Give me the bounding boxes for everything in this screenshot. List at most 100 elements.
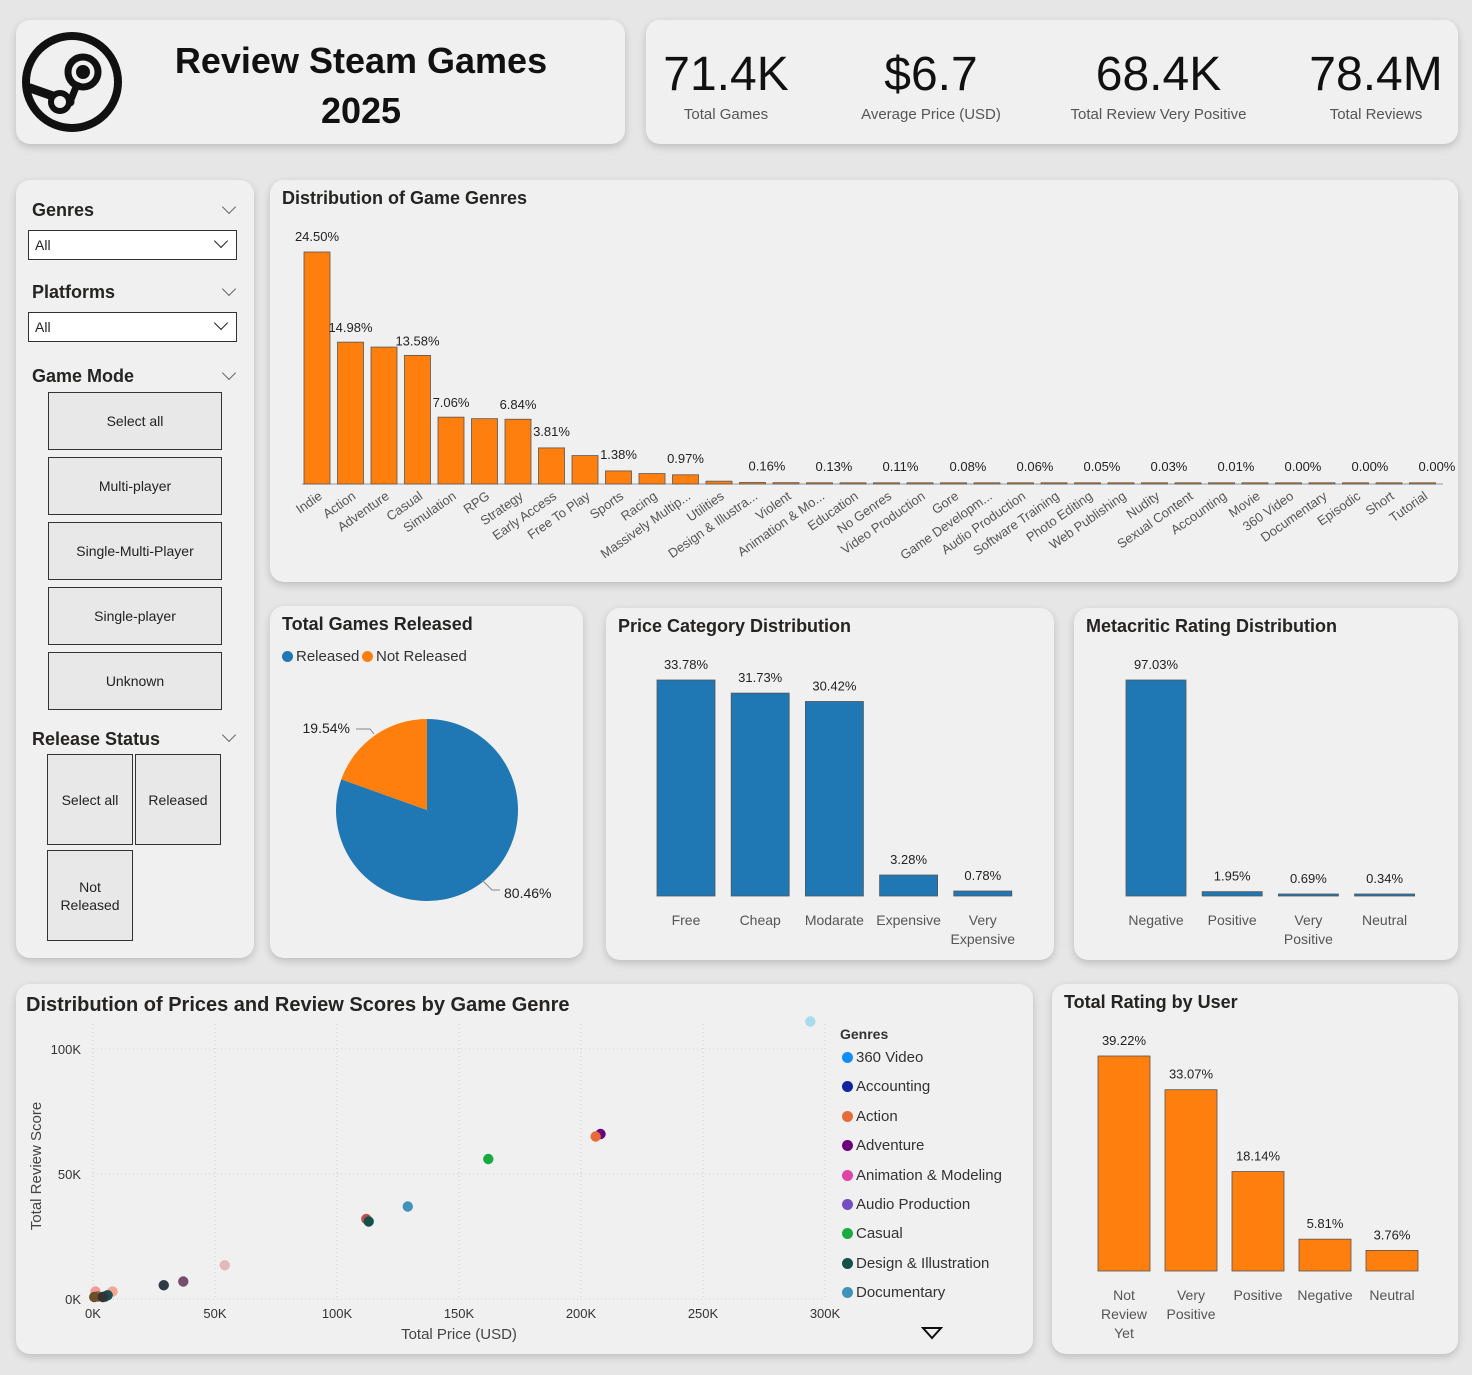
x-tick-label: 150K <box>444 1306 475 1321</box>
kpi-value: 71.4K <box>663 48 789 101</box>
legend-dot <box>842 1257 853 1269</box>
bar-utilities <box>705 480 733 485</box>
bar-cheap <box>730 692 790 897</box>
scatter-point <box>178 1276 189 1287</box>
x-axis-title: Total Price (USD) <box>401 1326 517 1343</box>
y-axis-title: Total Review Score <box>28 1102 45 1230</box>
tick-label: Neutral <box>1362 912 1407 928</box>
data-label: 0.97% <box>667 451 704 466</box>
release-status-option-released[interactable]: Released <box>135 754 221 845</box>
data-label: 13.58% <box>395 333 440 348</box>
legend-dot <box>842 1169 853 1181</box>
chevron-down-icon[interactable] <box>221 727 237 743</box>
legend-item-accounting[interactable]: Accounting <box>842 1078 930 1095</box>
release-status-option-not-released[interactable]: Not Released <box>47 850 133 941</box>
data-label: 6.84% <box>500 397 537 412</box>
scatter-point <box>158 1280 169 1291</box>
bar-indie <box>303 251 331 485</box>
legend-item-audio-production[interactable]: Audio Production <box>842 1196 970 1213</box>
legend-label: Documentary <box>856 1284 946 1302</box>
platforms-dropdown[interactable]: All <box>28 312 237 342</box>
kpi-label: Total Reviews <box>1329 106 1423 123</box>
bar-free <box>656 679 716 897</box>
kpi-label: Total Games <box>683 106 769 123</box>
bar-casual <box>404 355 431 485</box>
data-label: 5.81% <box>1307 1216 1344 1231</box>
tick-label: Indie <box>293 488 325 516</box>
tick-label: Modarate <box>805 912 864 928</box>
genres-dropdown[interactable]: All <box>28 230 237 260</box>
legend-dot <box>842 1199 853 1210</box>
scatter-point <box>97 1291 108 1303</box>
bar-negative <box>1125 679 1187 897</box>
kpi-label: Total Review Very Positive <box>1070 106 1247 123</box>
legend-dot <box>842 1081 853 1093</box>
bar-tutorial <box>1409 482 1436 485</box>
game-mode-option-single-player[interactable]: Single-player <box>48 587 222 645</box>
bar-short <box>1375 482 1403 485</box>
bar-photo-editing <box>1074 482 1101 485</box>
user-rating-chart-card: Total Rating by User 39.22% Not Review Yet 3… <box>1052 984 1458 1354</box>
chevron-down-icon <box>213 233 229 249</box>
legend-item-360-video[interactable]: 360 Video <box>842 1049 923 1066</box>
tick-label: Review <box>1101 1306 1148 1322</box>
legend-item-documentary[interactable]: Documentary <box>842 1284 945 1301</box>
bar-video-production <box>906 482 934 485</box>
title-line-2: 2025 <box>320 90 402 131</box>
data-label: 97.03% <box>1134 657 1179 672</box>
chevron-down-icon[interactable] <box>221 281 237 297</box>
game-mode-option-select-all[interactable]: Select all <box>48 392 222 450</box>
tick-label: Very <box>1177 1287 1205 1303</box>
release-status-option-select-all[interactable]: Select all <box>47 754 133 845</box>
data-label: 0.00% <box>1419 459 1456 474</box>
page-title: Review Steam Games 2025 <box>136 36 586 136</box>
chevron-down-icon[interactable] <box>221 365 237 381</box>
bar-design-illustra- <box>739 482 766 485</box>
data-label: 33.07% <box>1169 1067 1214 1082</box>
game-mode-option-single-multi-player[interactable]: Single-Multi-Player <box>48 522 222 580</box>
data-label: 0.34% <box>1366 871 1403 886</box>
data-label: 80.46% <box>504 885 551 901</box>
data-label: 0.11% <box>883 459 919 474</box>
bar-web-publishing <box>1107 482 1135 485</box>
data-label: 0.16% <box>749 458 786 473</box>
data-label: 0.08% <box>950 459 987 474</box>
tick-label: Positive <box>1284 931 1333 947</box>
chevron-down-icon[interactable] <box>221 199 237 215</box>
legend-item-casual[interactable]: Casual <box>842 1225 903 1242</box>
bar-sexual-content <box>1174 482 1202 485</box>
legend-label: Accounting <box>856 1078 931 1096</box>
bar-neutral <box>1354 893 1416 897</box>
tick-label: Very <box>1294 912 1322 928</box>
legend-item-action[interactable]: Action <box>842 1108 898 1125</box>
filter-panel: Genres All Platforms All Game Mode Selec… <box>16 180 254 958</box>
legend-scroll-down-icon[interactable] <box>921 1326 943 1340</box>
data-label: 3.76% <box>1374 1227 1411 1242</box>
tick-label: Positive <box>1166 1306 1215 1322</box>
legend-item-adventure[interactable]: Adventure <box>842 1137 924 1154</box>
bar-very-expensive <box>953 890 1013 897</box>
bar-racing <box>638 473 666 485</box>
data-label: 1.95% <box>1214 869 1251 884</box>
legend-label: Animation & Modeling <box>856 1166 1002 1184</box>
released-chart-card: Total Games Released Released Not Releas… <box>270 606 583 958</box>
tick-label: Tutorial <box>1386 488 1430 525</box>
game-mode-option-unknown[interactable]: Unknown <box>48 652 222 710</box>
bar-positive <box>1201 891 1263 897</box>
kpi-card: 71.4K Total Games $6.7 Average Price (US… <box>646 20 1458 144</box>
legend-item-design-illustration[interactable]: Design & Illustration <box>842 1255 989 1272</box>
x-tick-label: 50K <box>203 1306 226 1321</box>
data-label: 3.28% <box>890 852 927 867</box>
chevron-down-icon <box>213 315 229 331</box>
legend-label: Audio Production <box>856 1196 971 1213</box>
kpi-total-games: 71.4K Total Games <box>656 44 796 123</box>
data-label: 0.00% <box>1352 459 1389 474</box>
data-label: 0.06% <box>1017 459 1054 474</box>
scatter-point <box>363 1216 374 1227</box>
legend-label: Action <box>856 1107 898 1125</box>
game-mode-option-multi-player[interactable]: Multi-player <box>48 457 222 515</box>
bar-episodic <box>1342 482 1369 485</box>
genres-slicer-title: Genres <box>32 200 95 220</box>
bar-positive <box>1231 1171 1285 1272</box>
legend-item-animation-modeling[interactable]: Animation & Modeling <box>842 1167 1002 1184</box>
